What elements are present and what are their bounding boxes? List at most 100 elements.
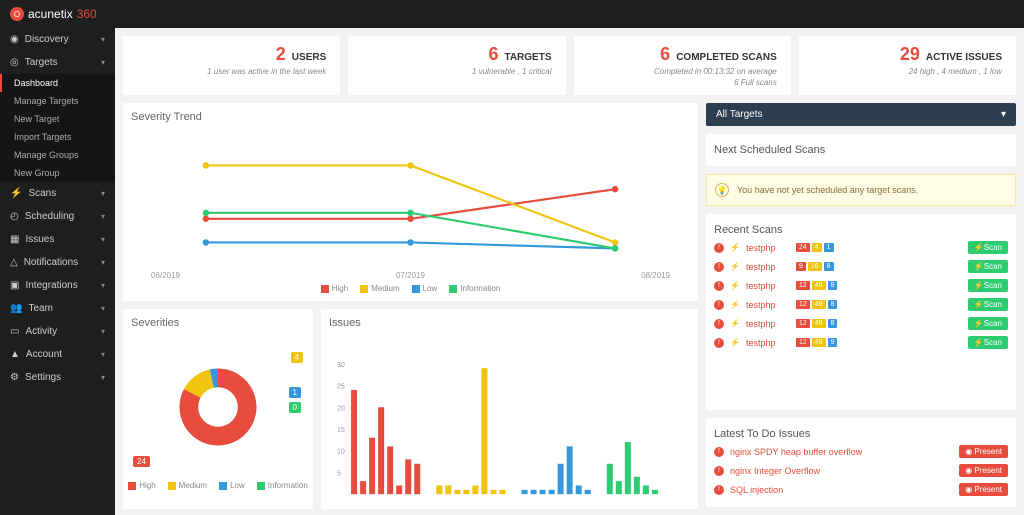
nav-sub-manage-targets[interactable]: Manage Targets — [0, 92, 115, 110]
nav-scheduling[interactable]: ◴Scheduling▾ — [0, 205, 115, 228]
svg-text:25: 25 — [337, 384, 345, 391]
brand-logo: O acunetix360 — [10, 7, 97, 21]
count-badge: 8 — [828, 319, 838, 328]
nav-sub-new-target[interactable]: New Target — [0, 110, 115, 128]
scan-row: !⚡testphp12499⚡Scan — [714, 333, 1008, 352]
nav-account[interactable]: ▲Account▾ — [0, 343, 115, 366]
donut-chart: 24 4 1 0 — [131, 337, 305, 477]
nav-icon: ▭ — [10, 326, 19, 337]
nav-settings[interactable]: ⚙Settings▾ — [0, 366, 115, 389]
nav-sub-dashboard[interactable]: Dashboard — [0, 74, 115, 92]
count-badge: 12 — [796, 300, 810, 309]
nav-icon: ◉ — [10, 34, 19, 45]
nav-icon: △ — [10, 257, 18, 268]
nav-integrations[interactable]: ▣Integrations▾ — [0, 274, 115, 297]
topbar: O acunetix360 — [0, 0, 1024, 28]
scan-button[interactable]: ⚡Scan — [968, 260, 1008, 273]
target-name[interactable]: testphp — [746, 338, 786, 348]
bolt-icon: ⚡ — [730, 300, 740, 309]
target-selector[interactable]: All Targets ▾ — [706, 103, 1016, 126]
count-badge: 12 — [796, 319, 810, 328]
issues-chart: 51015202530 — [329, 337, 690, 515]
issue-name[interactable]: nginx Integer Overflow — [730, 466, 820, 476]
kpi-value: 6 — [660, 44, 670, 65]
nav-icon: 👥 — [10, 303, 22, 314]
nav-team[interactable]: 👥Team▾ — [0, 297, 115, 320]
kpi-label: USERS — [292, 52, 326, 63]
present-button[interactable]: ◉ Present — [959, 445, 1008, 458]
bolt-icon: ⚡ — [730, 262, 740, 271]
nav-label: Account — [26, 349, 62, 360]
badge-info: 0 — [289, 402, 301, 413]
nav-activity[interactable]: ▭Activity▾ — [0, 320, 115, 343]
nav-issues[interactable]: ▦Issues▾ — [0, 228, 115, 251]
lightbulb-icon: 💡 — [715, 183, 729, 197]
target-name[interactable]: testphp — [746, 262, 786, 272]
scan-button[interactable]: ⚡Scan — [968, 241, 1008, 254]
kpi-value: 2 — [276, 44, 286, 65]
scan-button[interactable]: ⚡Scan — [968, 279, 1008, 292]
target-name[interactable]: testphp — [746, 243, 786, 253]
chevron-icon: ▾ — [101, 258, 105, 267]
issue-name[interactable]: SQL injection — [730, 485, 783, 495]
kpi-value: 6 — [488, 44, 498, 65]
kpi-users: 2 USERS 1 user was active in the last week — [123, 36, 340, 95]
nav-icon: ▲ — [10, 349, 20, 360]
count-badge: 16 — [808, 262, 822, 271]
nav-notifications[interactable]: △ Notifications ▾ — [0, 251, 115, 274]
bolt-icon: ⚡ — [730, 338, 740, 347]
nav-sub-import-targets[interactable]: Import Targets — [0, 128, 115, 146]
kpi-label: COMPLETED SCANS — [676, 52, 777, 63]
issue-icon: ! — [714, 466, 724, 476]
nav-label: Discovery — [25, 34, 69, 45]
badge-medium: 4 — [291, 352, 303, 363]
brand-suffix: 360 — [77, 7, 97, 21]
bolt-icon: ⚡ — [730, 281, 740, 290]
nav-sub-new-group[interactable]: New Group — [0, 164, 115, 182]
nav-sub-manage-groups[interactable]: Manage Groups — [0, 146, 115, 164]
count-badge: 12 — [796, 281, 810, 290]
next-scans-card: Next Scheduled Scans — [706, 134, 1016, 166]
count-badge: 4 — [812, 243, 822, 252]
target-name[interactable]: testphp — [746, 281, 786, 291]
target-name[interactable]: testphp — [746, 319, 786, 329]
sidebar: ◉ Discovery ▾ ◎ Targets ▾ DashboardManage Targ… — [0, 28, 115, 515]
svg-text:20: 20 — [337, 405, 345, 412]
chevron-icon: ▾ — [101, 327, 105, 336]
card-title: Issues — [329, 317, 690, 329]
nav-icon: ◴ — [10, 211, 19, 222]
nav-label: Notifications — [24, 257, 78, 268]
present-button[interactable]: ◉ Present — [959, 464, 1008, 477]
nav-label: Targets — [25, 57, 58, 68]
kpi-row: 2 USERS 1 user was active in the last week… — [123, 36, 1016, 95]
nav-icon: ◎ — [10, 57, 19, 68]
no-scans-alert: 💡 You have not yet scheduled any target … — [706, 174, 1016, 206]
svg-text:5: 5 — [337, 470, 341, 477]
badge-high: 24 — [133, 456, 150, 467]
nav-scans[interactable]: ⚡Scans▾ — [0, 182, 115, 205]
chevron-icon: ▾ — [101, 35, 105, 44]
severities-card: Severities 24 4 1 0 HighMediumLowInforma… — [123, 309, 313, 509]
card-title: Severities — [131, 317, 305, 329]
present-button[interactable]: ◉ Present — [959, 483, 1008, 496]
scan-button[interactable]: ⚡Scan — [968, 336, 1008, 349]
svg-text:10: 10 — [337, 449, 345, 456]
nav-label: Settings — [25, 372, 61, 383]
bolt-icon: ⚡ — [730, 243, 740, 252]
nav-targets[interactable]: ◎Targets▾ — [0, 51, 115, 74]
target-name[interactable]: testphp — [746, 300, 786, 310]
nav-label: Scheduling — [25, 211, 74, 222]
scan-button[interactable]: ⚡Scan — [968, 298, 1008, 311]
bolt-icon: ⚡ — [730, 319, 740, 328]
issue-name[interactable]: nginx SPDY heap buffer overflow — [730, 447, 862, 457]
kpi-sub: 1 user was active in the last week — [137, 67, 326, 76]
svg-text:30: 30 — [337, 362, 345, 369]
nav-discovery[interactable]: ◉ Discovery ▾ — [0, 28, 115, 51]
recent-scans-card: Recent Scans !⚡testphp2441⚡Scan!⚡testphp… — [706, 214, 1016, 410]
scan-button[interactable]: ⚡Scan — [968, 317, 1008, 330]
scan-row: !⚡testphp12498⚡Scan — [714, 295, 1008, 314]
scan-row: !⚡testphp12498⚡Scan — [714, 276, 1008, 295]
count-badge: 12 — [796, 338, 810, 347]
nav-label: Issues — [25, 234, 54, 245]
trend-legend: HighMediumLowInformation — [131, 284, 690, 293]
